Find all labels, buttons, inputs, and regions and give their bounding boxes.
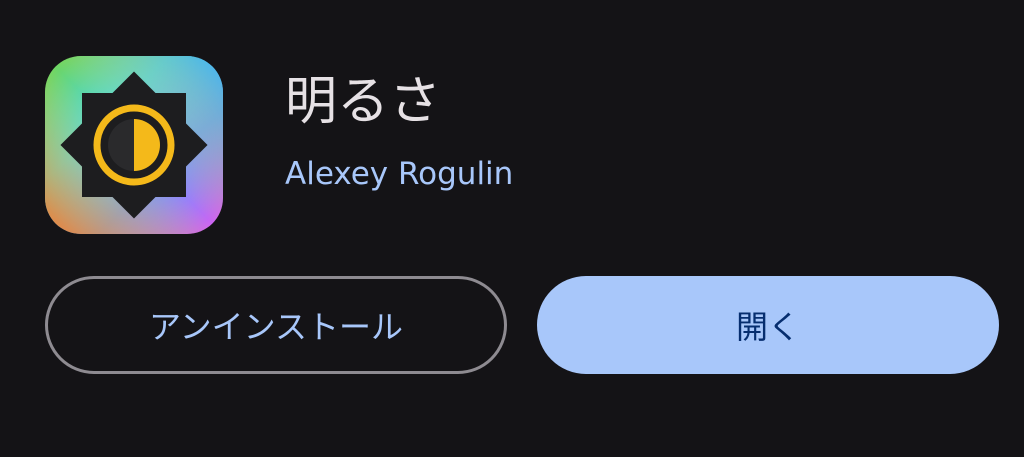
app-title: 明るさ: [285, 72, 442, 132]
open-button[interactable]: 開く: [537, 276, 999, 374]
app-details-header: 明るさ Alexey Rogulin アンインストール 開く: [0, 0, 1024, 457]
developer-link[interactable]: Alexey Rogulin: [285, 153, 513, 195]
uninstall-button-label: アンインストール: [148, 308, 404, 346]
uninstall-button[interactable]: アンインストール: [45, 276, 507, 374]
open-button-label: 開く: [735, 308, 800, 346]
brightness-sun-icon: [45, 56, 223, 234]
